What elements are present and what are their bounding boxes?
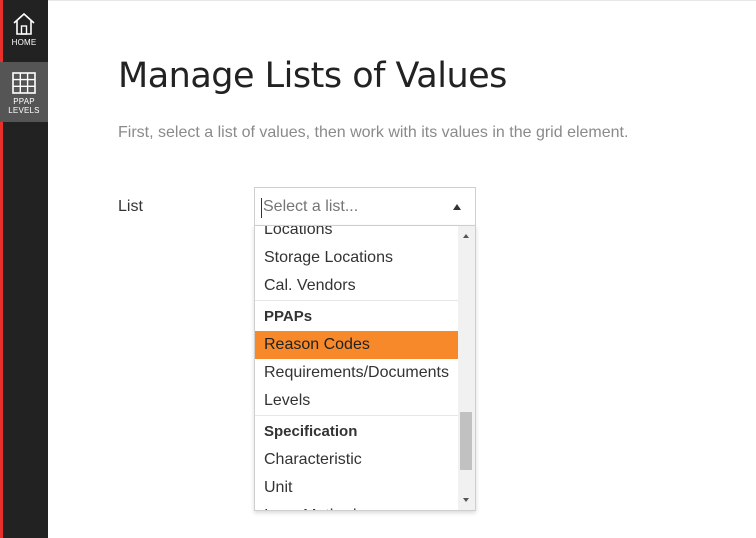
option-unit[interactable]: Unit xyxy=(255,474,460,502)
option-insp-method[interactable]: Insp. Method xyxy=(255,502,460,510)
option-locations[interactable]: Locations xyxy=(255,226,460,244)
dropdown-scrollbar[interactable] xyxy=(458,226,475,510)
scroll-up-arrow-icon[interactable] xyxy=(463,234,469,238)
option-cal-vendors[interactable]: Cal. Vendors xyxy=(255,272,460,300)
page-title: Manage Lists of Values xyxy=(118,56,507,96)
sidebar: HOME PPAP LEVELS xyxy=(0,0,48,538)
grid-icon xyxy=(12,72,36,94)
scroll-down-arrow-icon[interactable] xyxy=(463,498,469,502)
nav-ppap-levels[interactable]: PPAP LEVELS xyxy=(0,62,48,122)
dropdown-options: Locations Storage Locations Cal. Vendors… xyxy=(255,226,460,510)
caret-up-icon[interactable] xyxy=(453,204,461,210)
list-select[interactable] xyxy=(254,187,476,225)
home-icon xyxy=(13,12,35,35)
option-requirements-documents[interactable]: Requirements/Documents xyxy=(255,359,460,387)
list-dropdown: Locations Storage Locations Cal. Vendors… xyxy=(254,225,476,511)
list-field-label: List xyxy=(118,198,143,215)
text-cursor xyxy=(261,198,262,218)
option-reason-codes[interactable]: Reason Codes xyxy=(255,331,460,359)
option-levels[interactable]: Levels xyxy=(255,387,460,415)
group-header-ppaps: PPAPs xyxy=(255,300,460,331)
scrollbar-thumb[interactable] xyxy=(460,412,472,470)
group-header-specification: Specification xyxy=(255,415,460,446)
list-select-input[interactable] xyxy=(263,198,443,216)
nav-home-label: HOME xyxy=(11,38,37,47)
nav-home[interactable]: HOME xyxy=(0,10,48,56)
option-characteristic[interactable]: Characteristic xyxy=(255,446,460,474)
option-storage-locations[interactable]: Storage Locations xyxy=(255,244,460,272)
top-divider xyxy=(48,0,756,1)
nav-ppap-label-line1: PPAP xyxy=(13,97,35,106)
page-subtitle: First, select a list of values, then wor… xyxy=(118,124,629,141)
nav-ppap-label-line2: LEVELS xyxy=(8,106,40,115)
